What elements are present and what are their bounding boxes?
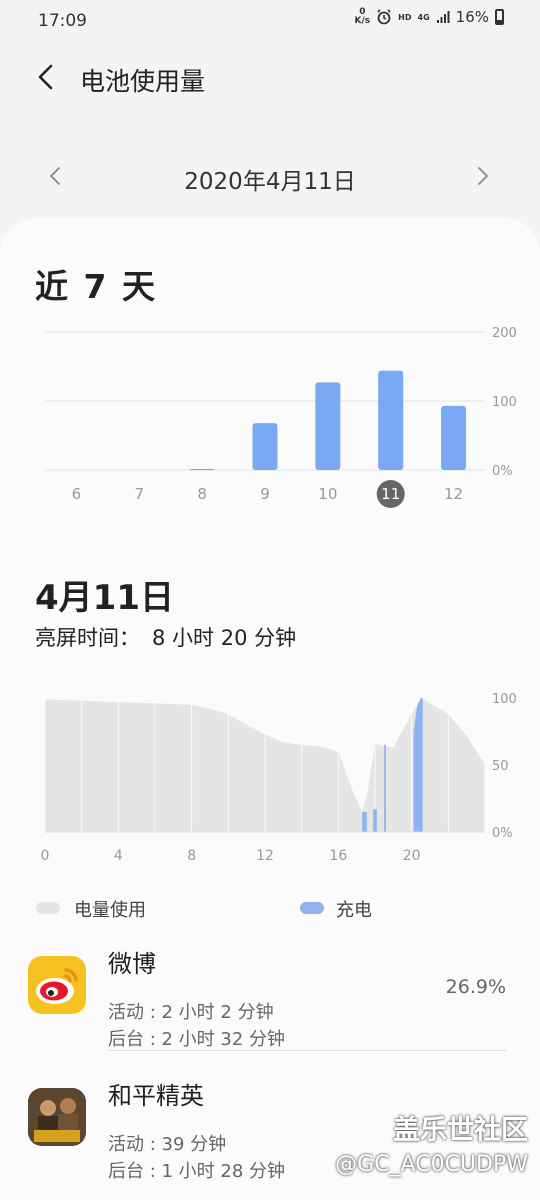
daily-battery-chart: 100 50 0% 0 4 8 12 16 20 (41, 692, 517, 864)
battery-percent: 16% (455, 8, 489, 26)
y-tick-label: 100 (492, 395, 517, 410)
network-type: 4G (417, 12, 430, 22)
status-icons: 0 K/s HD 4G 16% (355, 8, 504, 26)
screen-on-label: 亮屏时间： (35, 626, 140, 650)
date-navigator: 2020年4月11日 (0, 150, 540, 206)
weekly-title: 近 7 天 (35, 267, 157, 306)
x-tick-label[interactable]: 11 (381, 485, 400, 503)
screen-on-value: 8 小时 20 分钟 (152, 626, 297, 650)
y-tick-label: 50 (492, 759, 509, 774)
app-background-time: 后台 : 1 小时 28 分钟 (108, 1161, 286, 1182)
y-tick-label: 100 (492, 692, 517, 707)
app-name: 微博 (108, 950, 156, 978)
x-tick-label[interactable]: 8 (197, 485, 207, 503)
divider (108, 1050, 506, 1051)
alarm-icon (377, 9, 391, 25)
bar[interactable] (189, 469, 215, 470)
app-background-time: 后台 : 2 小时 32 分钟 (108, 1029, 286, 1050)
app-usage-item[interactable]: 微博 活动 : 2 小时 2 分钟 后台 : 2 小时 32 分钟 26.9% (0, 936, 540, 1050)
app-active-time: 活动 : 39 分钟 (108, 1134, 227, 1155)
y-tick-label: 0% (492, 464, 513, 479)
charging-segment (362, 811, 367, 832)
watermark-community: 盖乐世社区 (393, 1115, 528, 1146)
battery-usage-card: 近 7 天 200 100 0% 6 7 8 9 10 11 12 4月11日 亮屏时间： 8 小时… (0, 218, 540, 1200)
app-bar: 电池使用量 (0, 50, 540, 106)
x-tick-label[interactable]: 9 (260, 485, 270, 503)
daily-title: 4月11日 (35, 578, 174, 618)
current-date[interactable]: 2020年4月11日 (0, 162, 540, 196)
x-tick-label: 16 (329, 848, 347, 864)
status-time: 17:09 (38, 11, 87, 31)
next-day-button[interactable] (470, 164, 494, 188)
x-tick-label[interactable]: 10 (318, 485, 337, 503)
back-button[interactable] (30, 60, 64, 94)
bar[interactable] (315, 382, 341, 470)
chart-legend: 电量使用 充电 (0, 893, 540, 923)
x-tick-label[interactable]: 12 (444, 485, 463, 503)
signal-icon (436, 11, 450, 23)
app-usage-percent: 26.9% (445, 976, 506, 998)
usage-legend-swatch (36, 902, 60, 914)
x-tick-label: 20 (403, 848, 421, 864)
charging-legend-swatch (300, 902, 324, 914)
charging-segment (373, 809, 377, 832)
watermark-user: @GC_AC0CUDPW (335, 1152, 528, 1177)
bar[interactable] (378, 370, 404, 470)
screen-on-time: 亮屏时间： 8 小时 20 分钟 (35, 622, 308, 652)
peace-elite-app-icon (28, 1088, 86, 1146)
x-tick-label: 8 (187, 848, 196, 864)
x-tick-label: 4 (114, 848, 123, 864)
weekly-bar-chart: 200 100 0% 6 7 8 9 10 11 12 (45, 326, 517, 508)
app-name: 和平精英 (108, 1082, 204, 1110)
bar[interactable] (252, 423, 278, 470)
x-tick-label: 12 (256, 848, 274, 864)
network-speed: 0 K/s (355, 8, 371, 26)
y-tick-label: 200 (492, 326, 517, 341)
charging-segment (384, 744, 386, 832)
x-tick-label[interactable]: 6 (72, 485, 82, 503)
network-speed-unit: K/s (354, 16, 371, 26)
status-bar: 17:09 0 K/s HD 4G 16% (0, 0, 540, 44)
x-tick-label: 0 (41, 848, 50, 864)
x-tick-label[interactable]: 7 (135, 485, 145, 503)
app-active-time: 活动 : 2 小时 2 分钟 (108, 1002, 274, 1023)
hd-indicator: HD (398, 12, 412, 22)
battery-icon (495, 9, 504, 25)
bar[interactable] (441, 405, 467, 470)
usage-legend-label: 电量使用 (74, 900, 146, 921)
page-title: 电池使用量 (80, 67, 206, 96)
charging-legend-label: 充电 (336, 900, 372, 921)
weibo-app-icon (28, 956, 86, 1014)
y-tick-label: 0% (492, 826, 513, 841)
